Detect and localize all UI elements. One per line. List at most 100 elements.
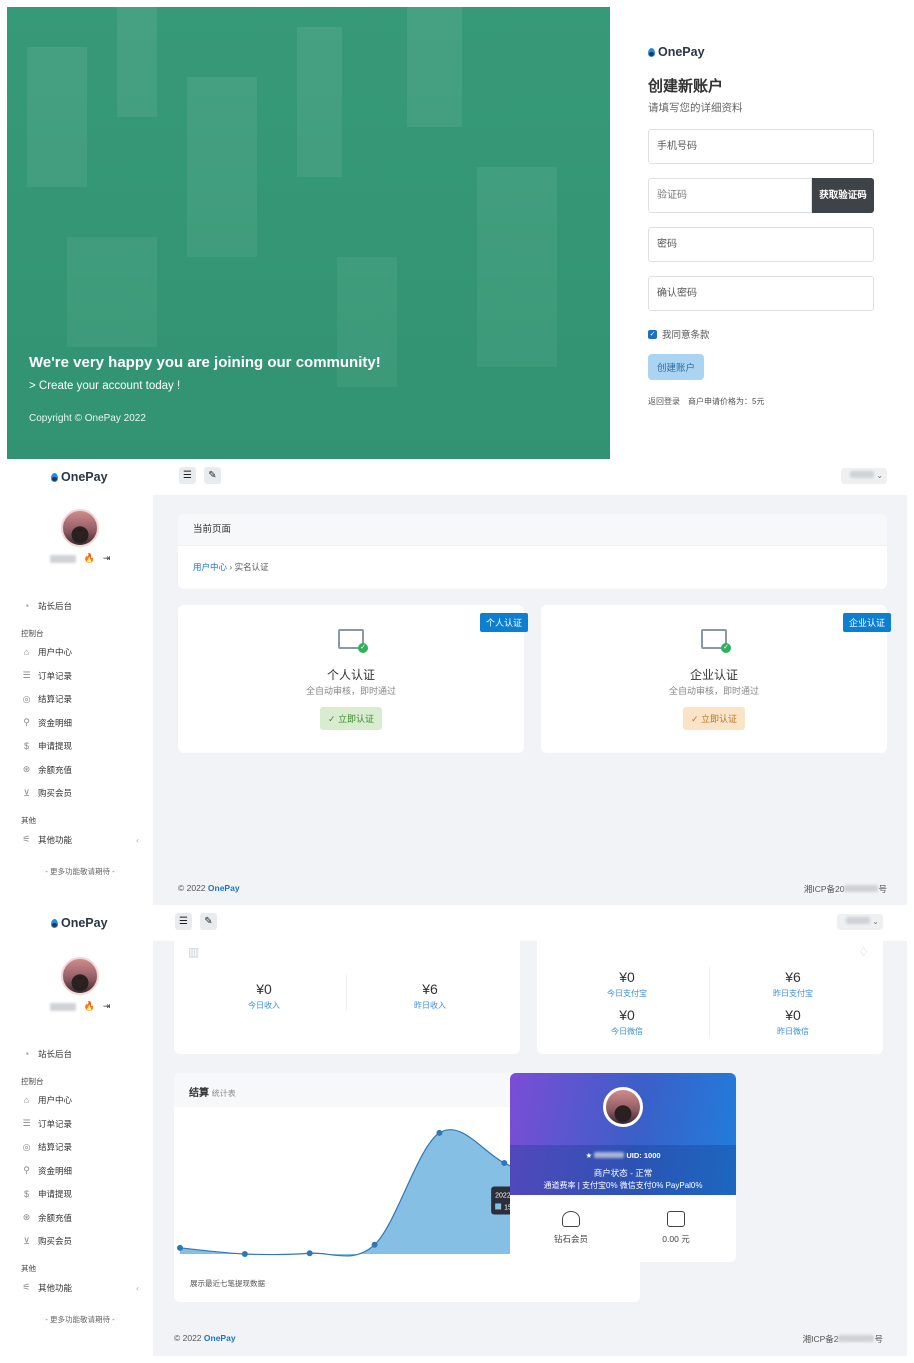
page-header: 当前页面	[178, 514, 887, 546]
sidebar-item-recharge[interactable]: ⊛ 余额充值	[21, 1206, 139, 1230]
footer-brand-link[interactable]: OnePay	[208, 883, 240, 893]
today-alipay-stat: ¥0 今日支付宝	[577, 969, 677, 999]
sidebar-item-withdraw[interactable]: $ 申请提现	[21, 735, 139, 759]
user-panel: 🔥 ⇥	[7, 941, 153, 1012]
sidebar-menu: ◔ 站长后台 控制台 ⌂ 用户中心 ☰ 订单记录 ◎ 结算记录 ⚲ 资金明细 $ 申请提现 …	[7, 594, 153, 877]
menu-toggle-icon[interactable]: ☰	[179, 467, 196, 484]
footer-brand-link[interactable]: OnePay	[204, 1333, 236, 1343]
sidebar-item-label: 用户中心	[38, 1095, 73, 1106]
id-card-icon	[701, 629, 731, 653]
data-point[interactable]	[241, 1251, 248, 1257]
sidebar-item-label: 其他功能	[38, 834, 73, 845]
code-field[interactable]: 验证码	[648, 178, 812, 213]
brush-icon[interactable]: ✎	[200, 913, 217, 930]
uid-row: ★ UID: 1000	[510, 1151, 736, 1160]
sidebar-item-user-center[interactable]: ⌂ 用户中心	[21, 641, 139, 665]
wallet-icon: ⊛	[22, 1212, 31, 1223]
stat-value: ¥0	[785, 1007, 801, 1023]
drop-icon	[51, 472, 58, 482]
agree-checkbox[interactable]: ✓	[648, 329, 657, 339]
sidebar-item-funds[interactable]: ⚲ 资金明细	[21, 711, 139, 735]
hero-city-image: We're very happy you are joining our com…	[7, 7, 610, 459]
search-icon: ⚲	[23, 717, 30, 728]
menu-toggle-icon[interactable]: ☰	[175, 913, 192, 930]
confirm-password-field[interactable]: 确认密码	[648, 276, 874, 311]
sidebar-item-other[interactable]: ⚟ 其他功能 ‹	[21, 1276, 139, 1300]
logout-icon[interactable]: ⇥	[103, 553, 111, 564]
personal-ribbon: 个人认证	[479, 613, 528, 632]
form-footer: 返回登录 商户申请价格为：5元	[648, 396, 874, 407]
data-point[interactable]	[501, 1159, 508, 1166]
user-dropdown[interactable]: ⌄	[841, 468, 887, 484]
icp-text: 湘ICP备20	[803, 884, 845, 894]
fire-icon[interactable]: 🔥	[84, 1001, 95, 1012]
password-field[interactable]: 密码	[648, 227, 874, 262]
copyright-text: © 2022	[174, 1333, 204, 1343]
logo: OnePay	[51, 470, 108, 484]
data-point[interactable]	[177, 1244, 183, 1251]
sidebar-item-admin[interactable]: ◔ 站长后台	[21, 1042, 139, 1066]
avatar[interactable]	[603, 1087, 643, 1127]
sidebar-item-label: 购买会员	[38, 1236, 73, 1247]
price-note: 商户申请价格为：5元	[688, 397, 765, 406]
more-features-note: - 更多功能敬请期待 -	[45, 866, 115, 876]
star-icon: ★	[585, 1151, 593, 1160]
page-title: 创建新账户	[648, 78, 724, 95]
sidebar-item-membership[interactable]: ⊻ 购买会员	[21, 1230, 139, 1254]
stat-value: ¥0	[256, 981, 272, 997]
balance[interactable]: 0.00 元	[641, 1211, 711, 1245]
breadcrumb-current: 实名认证	[234, 562, 269, 572]
footer-icp: 湘ICP备20 号	[804, 883, 887, 895]
check-circle-icon: ◎	[22, 1141, 31, 1152]
user-name-row: 🔥 ⇥	[7, 1001, 153, 1012]
sidebar-item-recharge[interactable]: ⊛ 余额充值	[21, 758, 139, 782]
sidebar: 🔥 ⇥ ◔ 站长后台 控制台 ⌂ 用户中心 ☰ 订单记录 ◎ 结算记录 ⚲ 资金明细 $ 申请…	[7, 941, 153, 1356]
merchant-status: 商户状态 - 正常	[593, 1168, 653, 1178]
stat-label: 今日微信	[611, 1027, 643, 1036]
sidebar-item-admin[interactable]: ◔ 站长后台	[21, 594, 139, 618]
diamond-member[interactable]: 钻石会员	[536, 1211, 606, 1245]
sidebar-item-user-center[interactable]: ⌂ 用户中心	[21, 1089, 139, 1113]
channel-income-card: ♢ ¥0 今日支付宝 ¥6 昨日支付宝 ¥0 今日微信 ¥0 昨日微信	[537, 941, 883, 1054]
breadcrumb-link[interactable]: 用户中心	[193, 562, 227, 572]
sidebar-item-withdraw[interactable]: $ 申请提现	[21, 1183, 139, 1207]
fire-icon[interactable]: 🔥	[84, 553, 95, 564]
form-hint: 请填写您的详细资料	[648, 102, 743, 114]
user-dropdown[interactable]: ⌄	[837, 914, 883, 930]
sidebar-item-orders[interactable]: ☰ 订单记录	[21, 664, 139, 688]
sidebar: 🔥 ⇥ ◔ 站长后台 控制台 ⌂ 用户中心 ☰ 订单记录 ◎ 结算记录 ⚲ 资金明细 $ 申请…	[7, 495, 153, 905]
sidebar-item-orders[interactable]: ☰ 订单记录	[21, 1112, 139, 1136]
sidebar-item-label: 站长后台	[38, 600, 73, 611]
stat-label: 今日收入	[248, 1001, 280, 1010]
user-panel: 🔥 ⇥	[7, 495, 153, 564]
top-bar: OnePay ☰ ✎ ⌄	[7, 905, 907, 941]
phone-field[interactable]: 手机号码	[648, 129, 874, 164]
bar-chart-icon: ▥	[188, 945, 200, 959]
sidebar-item-label: 资金明细	[38, 717, 73, 728]
sidebar-item-settlements[interactable]: ◎ 结算记录	[21, 688, 139, 712]
blurred-username	[846, 917, 871, 924]
avatar[interactable]	[61, 509, 99, 547]
chart-subtitle: 统计表	[211, 1089, 236, 1098]
drop-icon	[648, 47, 655, 57]
create-account-button[interactable]: 创建账户	[648, 354, 705, 380]
data-point[interactable]	[371, 1241, 378, 1248]
sidebar-item-label: 购买会员	[38, 788, 73, 799]
data-point[interactable]	[436, 1129, 443, 1136]
logout-icon[interactable]: ⇥	[103, 1001, 111, 1012]
verify-now-button[interactable]: ✓ 立即认证	[682, 707, 746, 730]
avatar[interactable]	[61, 957, 99, 995]
agree-label: 我同意条款	[662, 330, 710, 341]
brush-icon[interactable]: ✎	[204, 467, 221, 484]
blurred-icp	[844, 885, 879, 892]
yesterday-alipay-stat: ¥6 昨日支付宝	[743, 969, 843, 999]
group-other: 其他	[21, 816, 36, 825]
sidebar-item-other[interactable]: ⚟ 其他功能 ‹	[21, 828, 139, 852]
verify-now-button[interactable]: ✓ 立即认证	[319, 707, 383, 730]
back-login-link[interactable]: 返回登录	[648, 396, 680, 407]
data-point[interactable]	[306, 1250, 313, 1257]
sidebar-item-settlements[interactable]: ◎ 结算记录	[21, 1136, 139, 1160]
sidebar-item-membership[interactable]: ⊻ 购买会员	[21, 782, 139, 806]
get-code-button[interactable]: 获取验证码	[812, 178, 874, 213]
sidebar-item-funds[interactable]: ⚲ 资金明细	[21, 1159, 139, 1183]
